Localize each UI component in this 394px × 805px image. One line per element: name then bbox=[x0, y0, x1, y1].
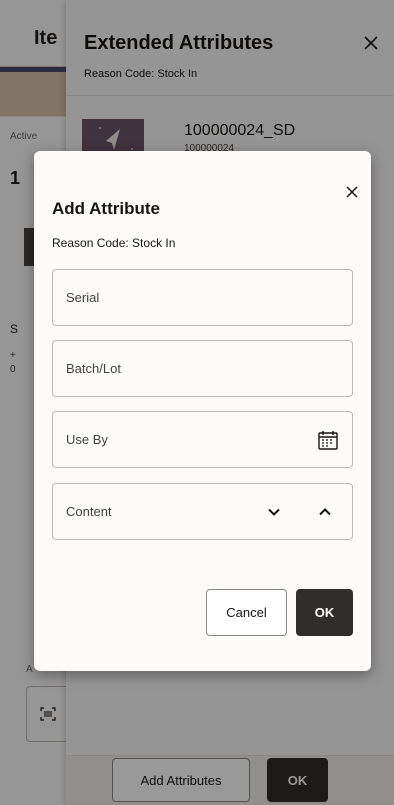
cancel-button[interactable]: Cancel bbox=[206, 589, 287, 636]
use-by-field-label: Use By bbox=[66, 432, 108, 447]
dialog-title: Add Attribute bbox=[52, 199, 160, 218]
increment-button[interactable] bbox=[316, 503, 334, 521]
chevron-up-icon bbox=[319, 508, 331, 516]
chevron-down-icon bbox=[268, 508, 280, 516]
content-stepper-field[interactable]: Content bbox=[52, 483, 353, 540]
decrement-button[interactable] bbox=[265, 503, 283, 521]
batch-lot-field-label: Batch/Lot bbox=[66, 361, 121, 376]
serial-field-label: Serial bbox=[66, 290, 100, 305]
calendar-icon bbox=[318, 431, 338, 450]
ok-button[interactable]: OK bbox=[296, 589, 353, 636]
dialog-reason-code: Reason Code: Stock In bbox=[52, 236, 176, 250]
date-picker-button[interactable] bbox=[316, 428, 340, 452]
close-icon bbox=[346, 186, 358, 198]
add-attribute-dialog: Add Attribute Reason Code: Stock In Seri… bbox=[34, 151, 371, 671]
batch-lot-field[interactable]: Batch/Lot bbox=[52, 340, 353, 397]
dialog-close-button[interactable] bbox=[341, 181, 363, 203]
serial-field[interactable]: Serial bbox=[52, 269, 353, 326]
content-field-label: Content bbox=[66, 504, 112, 519]
use-by-date-field[interactable]: Use By bbox=[52, 411, 353, 468]
